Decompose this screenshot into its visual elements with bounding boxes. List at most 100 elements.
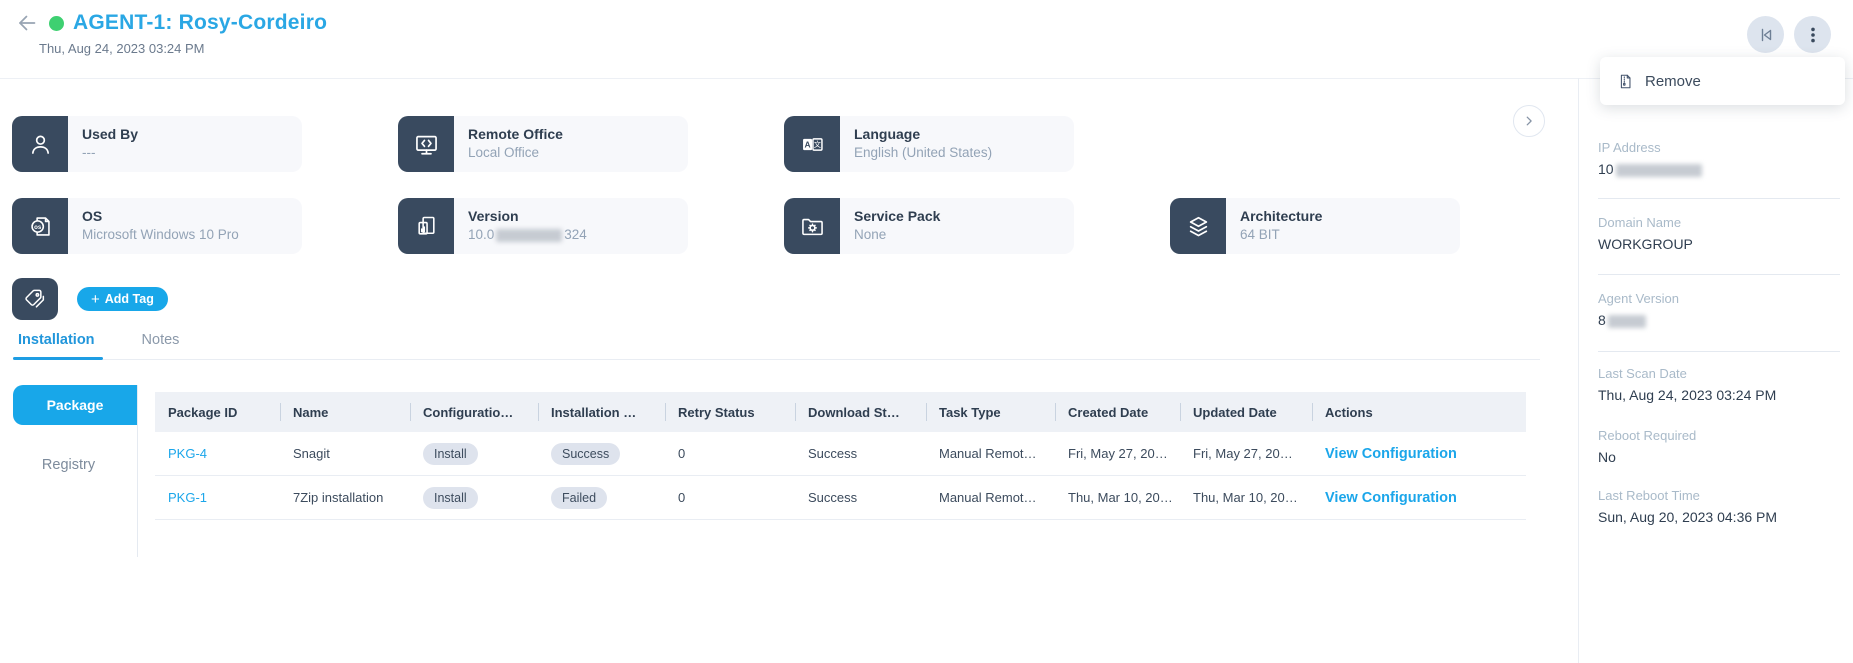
version-prefix: 10.0 (468, 227, 494, 242)
card-value: --- (82, 144, 294, 162)
card-label: Remote Office (468, 125, 680, 144)
cell-task-type: Manual Remot… (926, 490, 1055, 505)
header-divider (0, 78, 1853, 79)
table-row: PKG-4 Snagit Install Success 0 Success M… (155, 432, 1526, 476)
remote-desktop-icon (398, 116, 454, 172)
installation-status-badge: Success (551, 443, 620, 465)
detail-item-last-scan-date: Last Scan Date Thu, Aug 24, 2023 03:24 P… (1598, 366, 1833, 403)
detail-label: IP Address (1598, 140, 1833, 155)
table-row: PKG-1 7Zip installation Install Failed 0… (155, 476, 1526, 520)
tab-notes[interactable]: Notes (142, 332, 180, 348)
expand-panel-button[interactable] (1513, 105, 1545, 137)
skip-back-icon (1756, 25, 1776, 45)
view-configuration-link[interactable]: View Configuration (1325, 490, 1457, 506)
page-title: AGENT-1: Rosy-Cordeiro (73, 11, 327, 35)
column-header-name: Name (280, 392, 410, 432)
card-remote-office: Remote Office Local Office (398, 116, 688, 172)
agent-version-prefix: 8 (1598, 312, 1606, 328)
column-header-actions: Actions (1312, 392, 1526, 432)
folder-gear-icon (784, 198, 840, 254)
svg-text:A: A (804, 139, 810, 149)
installation-table: Package ID Name Configuratio… Installati… (155, 392, 1526, 520)
version-icon (398, 198, 454, 254)
sidebar-item-registry[interactable]: Registry (0, 457, 137, 473)
cell-task-type: Manual Remot… (926, 446, 1055, 461)
ip-prefix: 10 (1598, 161, 1614, 177)
cell-updated-date: Thu, Mar 10, 20… (1180, 490, 1312, 505)
cell-name: 7Zip installation (280, 490, 410, 505)
card-label: Version (468, 207, 680, 226)
version-suffix: 324 (564, 227, 587, 242)
detail-label: Agent Version (1598, 291, 1833, 306)
detail-item-ip-address: IP Address 10 (1598, 140, 1833, 177)
add-tag-label: Add Tag (105, 292, 154, 306)
view-configuration-link[interactable]: View Configuration (1325, 446, 1457, 462)
header-timestamp: Thu, Aug 24, 2023 03:24 PM (39, 41, 205, 56)
column-header-updated-date: Updated Date (1180, 392, 1312, 432)
detail-value: Sun, Aug 20, 2023 04:36 PM (1598, 509, 1833, 525)
table-header: Package ID Name Configuratio… Installati… (155, 392, 1526, 432)
svg-text:os: os (34, 223, 42, 230)
card-value: 64 BIT (1240, 226, 1452, 244)
redacted-version (496, 229, 562, 242)
column-header-installation-status: Installation … (538, 392, 665, 432)
detail-label: Last Scan Date (1598, 366, 1833, 381)
detail-item-domain-name: Domain Name WORKGROUP (1598, 215, 1833, 252)
header: AGENT-1: Rosy-Cordeiro (14, 10, 327, 36)
detail-label: Reboot Required (1598, 428, 1833, 443)
zip-file-icon (1617, 72, 1634, 91)
detail-label: Domain Name (1598, 215, 1833, 230)
card-language: A 文 Language English (United States) (784, 116, 1074, 172)
column-header-task-type: Task Type (926, 392, 1055, 432)
card-label: Used By (82, 125, 294, 144)
active-tab-underline (13, 357, 103, 360)
plus-icon: + (91, 291, 100, 308)
card-service-pack: Service Pack None (784, 198, 1074, 254)
redacted-agent-version (1608, 315, 1646, 328)
sidebar-item-package[interactable]: Package (13, 385, 137, 425)
info-cards-row-2: os OS Microsoft Windows 10 Pro Version 1… (12, 198, 1460, 254)
cell-retry-status: 0 (665, 490, 795, 505)
menu-item-remove[interactable]: Remove (1645, 73, 1701, 90)
installation-status-badge: Failed (551, 487, 607, 509)
agent-detail-page: AGENT-1: Rosy-Cordeiro Thu, Aug 24, 2023… (0, 0, 1853, 663)
column-header-configuration: Configuratio… (410, 392, 538, 432)
package-id-link[interactable]: PKG-4 (168, 446, 207, 461)
cell-download-status: Success (795, 446, 926, 461)
online-status-dot (49, 16, 64, 31)
layers-icon (1170, 198, 1226, 254)
cell-download-status: Success (795, 490, 926, 505)
user-icon (12, 116, 68, 172)
card-value: None (854, 226, 1066, 244)
package-id-link[interactable]: PKG-1 (168, 490, 207, 505)
detail-value: 10 (1598, 161, 1833, 177)
configuration-badge: Install (423, 443, 478, 465)
detail-value: 8 (1598, 312, 1833, 328)
back-button[interactable] (14, 10, 40, 36)
redacted-ip (1616, 164, 1702, 177)
cell-created-date: Thu, Mar 10, 20… (1055, 490, 1180, 505)
collapse-panel-button[interactable] (1747, 16, 1784, 53)
detail-value: Thu, Aug 24, 2023 03:24 PM (1598, 387, 1833, 403)
detail-label: Last Reboot Time (1598, 488, 1833, 503)
card-value: Local Office (468, 144, 680, 162)
card-label: Service Pack (854, 207, 1066, 226)
card-label: Architecture (1240, 207, 1452, 226)
tag-icon (22, 286, 48, 312)
more-actions-button[interactable] (1794, 16, 1831, 53)
tab-installation[interactable]: Installation (18, 332, 95, 348)
card-value: English (United States) (854, 144, 1066, 162)
add-tag-button[interactable]: + Add Tag (77, 287, 168, 311)
detail-item-last-reboot-time: Last Reboot Time Sun, Aug 20, 2023 04:36… (1598, 488, 1833, 525)
card-os: os OS Microsoft Windows 10 Pro (12, 198, 302, 254)
arrow-left-icon (15, 11, 39, 35)
os-icon: os (12, 198, 68, 254)
column-header-download-status: Download St… (795, 392, 926, 432)
card-used-by: Used By --- (12, 116, 302, 172)
card-architecture: Architecture 64 BIT (1170, 198, 1460, 254)
detail-value: WORKGROUP (1598, 236, 1833, 252)
detail-value: No (1598, 449, 1833, 465)
column-header-package-id: Package ID (155, 392, 280, 432)
info-cards-row-1: Used By --- Remote Office Local Office A (12, 116, 1074, 172)
detail-item-agent-version: Agent Version 8 (1598, 291, 1833, 328)
